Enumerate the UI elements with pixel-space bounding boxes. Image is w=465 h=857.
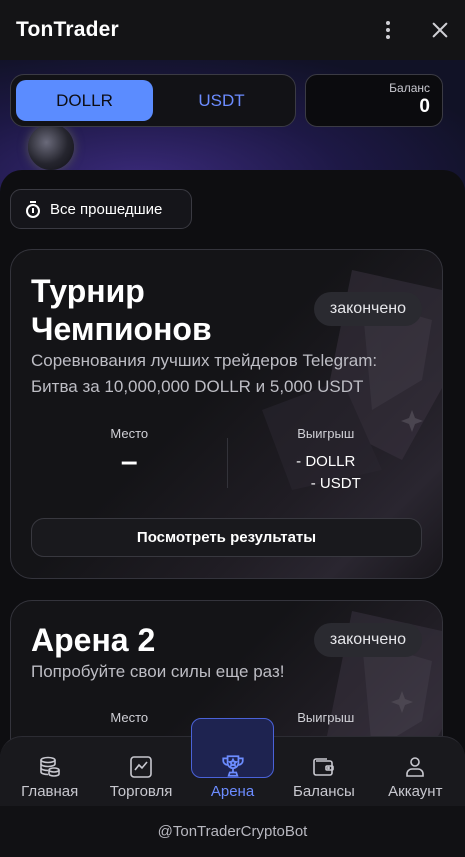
nav-label: Торговля	[109, 783, 173, 800]
currency-toggle: DOLLR USDT	[10, 74, 296, 127]
stat-divider	[227, 438, 228, 488]
prize-dollr: - DOLLR	[296, 453, 356, 470]
balance-box: Баланс 0	[305, 74, 443, 127]
tournament-description: Попробуйте свои силы еще раз!	[31, 662, 285, 681]
currency-option-usdt[interactable]: USDT	[153, 80, 290, 121]
nav-item-trading[interactable]: Торговля	[95, 737, 186, 806]
chart-line-icon	[130, 756, 152, 778]
tournament-stats: Место – Выигрыш - DOLLR - USDT	[31, 426, 424, 495]
place-stat: Место –	[31, 426, 228, 495]
trophy-icon	[221, 755, 244, 777]
tournament-description: Соревнования лучших трейдеров Telegram: …	[31, 348, 377, 400]
title-bar: TonTrader	[0, 0, 465, 60]
nav-item-balances[interactable]: Балансы	[278, 737, 369, 806]
description-line: Соревнования лучших трейдеров Telegram:	[31, 351, 378, 370]
title-line: Турнир	[31, 273, 145, 309]
nav-label: Балансы	[292, 783, 355, 800]
status-badge: закончено	[313, 623, 422, 657]
more-options-icon[interactable]	[381, 21, 395, 39]
app-title: TonTrader	[16, 18, 119, 41]
nav-item-home[interactable]: Главная	[4, 737, 95, 806]
nav-label: Главная	[21, 783, 79, 800]
prize-label: Выигрыш	[297, 426, 355, 441]
description-line: Битва за 10,000,000 DOLLR и 5,000 USDT	[31, 377, 364, 396]
prize-values: - DOLLR - USDT	[228, 451, 425, 495]
place-label: Место	[110, 426, 149, 441]
nav-item-arena[interactable]: Арена	[187, 718, 278, 806]
balance-value: 0	[419, 96, 430, 117]
bottom-nav: Главная Торговля Арена Балансы Аккаунт	[0, 718, 465, 806]
stopwatch-icon	[25, 200, 41, 218]
user-icon	[406, 757, 425, 777]
close-icon[interactable]	[431, 21, 449, 39]
prize-usdt: - USDT	[310, 475, 361, 492]
title-bar-actions	[381, 21, 449, 39]
filter-past-button[interactable]: Все прошедшие	[10, 189, 192, 229]
prize-stat: Выигрыш - DOLLR - USDT	[228, 426, 425, 495]
filter-label: Все прошедшие	[50, 200, 163, 218]
nav-label: Аккаунт	[388, 783, 443, 800]
view-results-button[interactable]: Посмотреть результаты	[31, 518, 422, 557]
status-badge: закончено	[313, 292, 422, 326]
place-value: –	[120, 445, 138, 478]
tournament-title: Арена 2	[31, 622, 156, 658]
currency-option-dollr[interactable]: DOLLR	[16, 80, 153, 121]
title-line: Чемпионов	[31, 311, 212, 347]
nav-item-account[interactable]: Аккаунт	[370, 737, 461, 806]
bot-handle-footer[interactable]: @TonTraderCryptoBot	[0, 806, 465, 857]
tournament-card: Турнир Чемпионов закончено Соревнования …	[10, 249, 443, 579]
coins-stack-icon	[39, 756, 60, 777]
balance-label: Баланс	[389, 81, 430, 95]
tournament-title: Турнир Чемпионов	[31, 272, 212, 348]
nav-label: Арена	[210, 783, 255, 800]
hero-decoration	[28, 124, 74, 170]
wallet-icon	[313, 758, 334, 776]
